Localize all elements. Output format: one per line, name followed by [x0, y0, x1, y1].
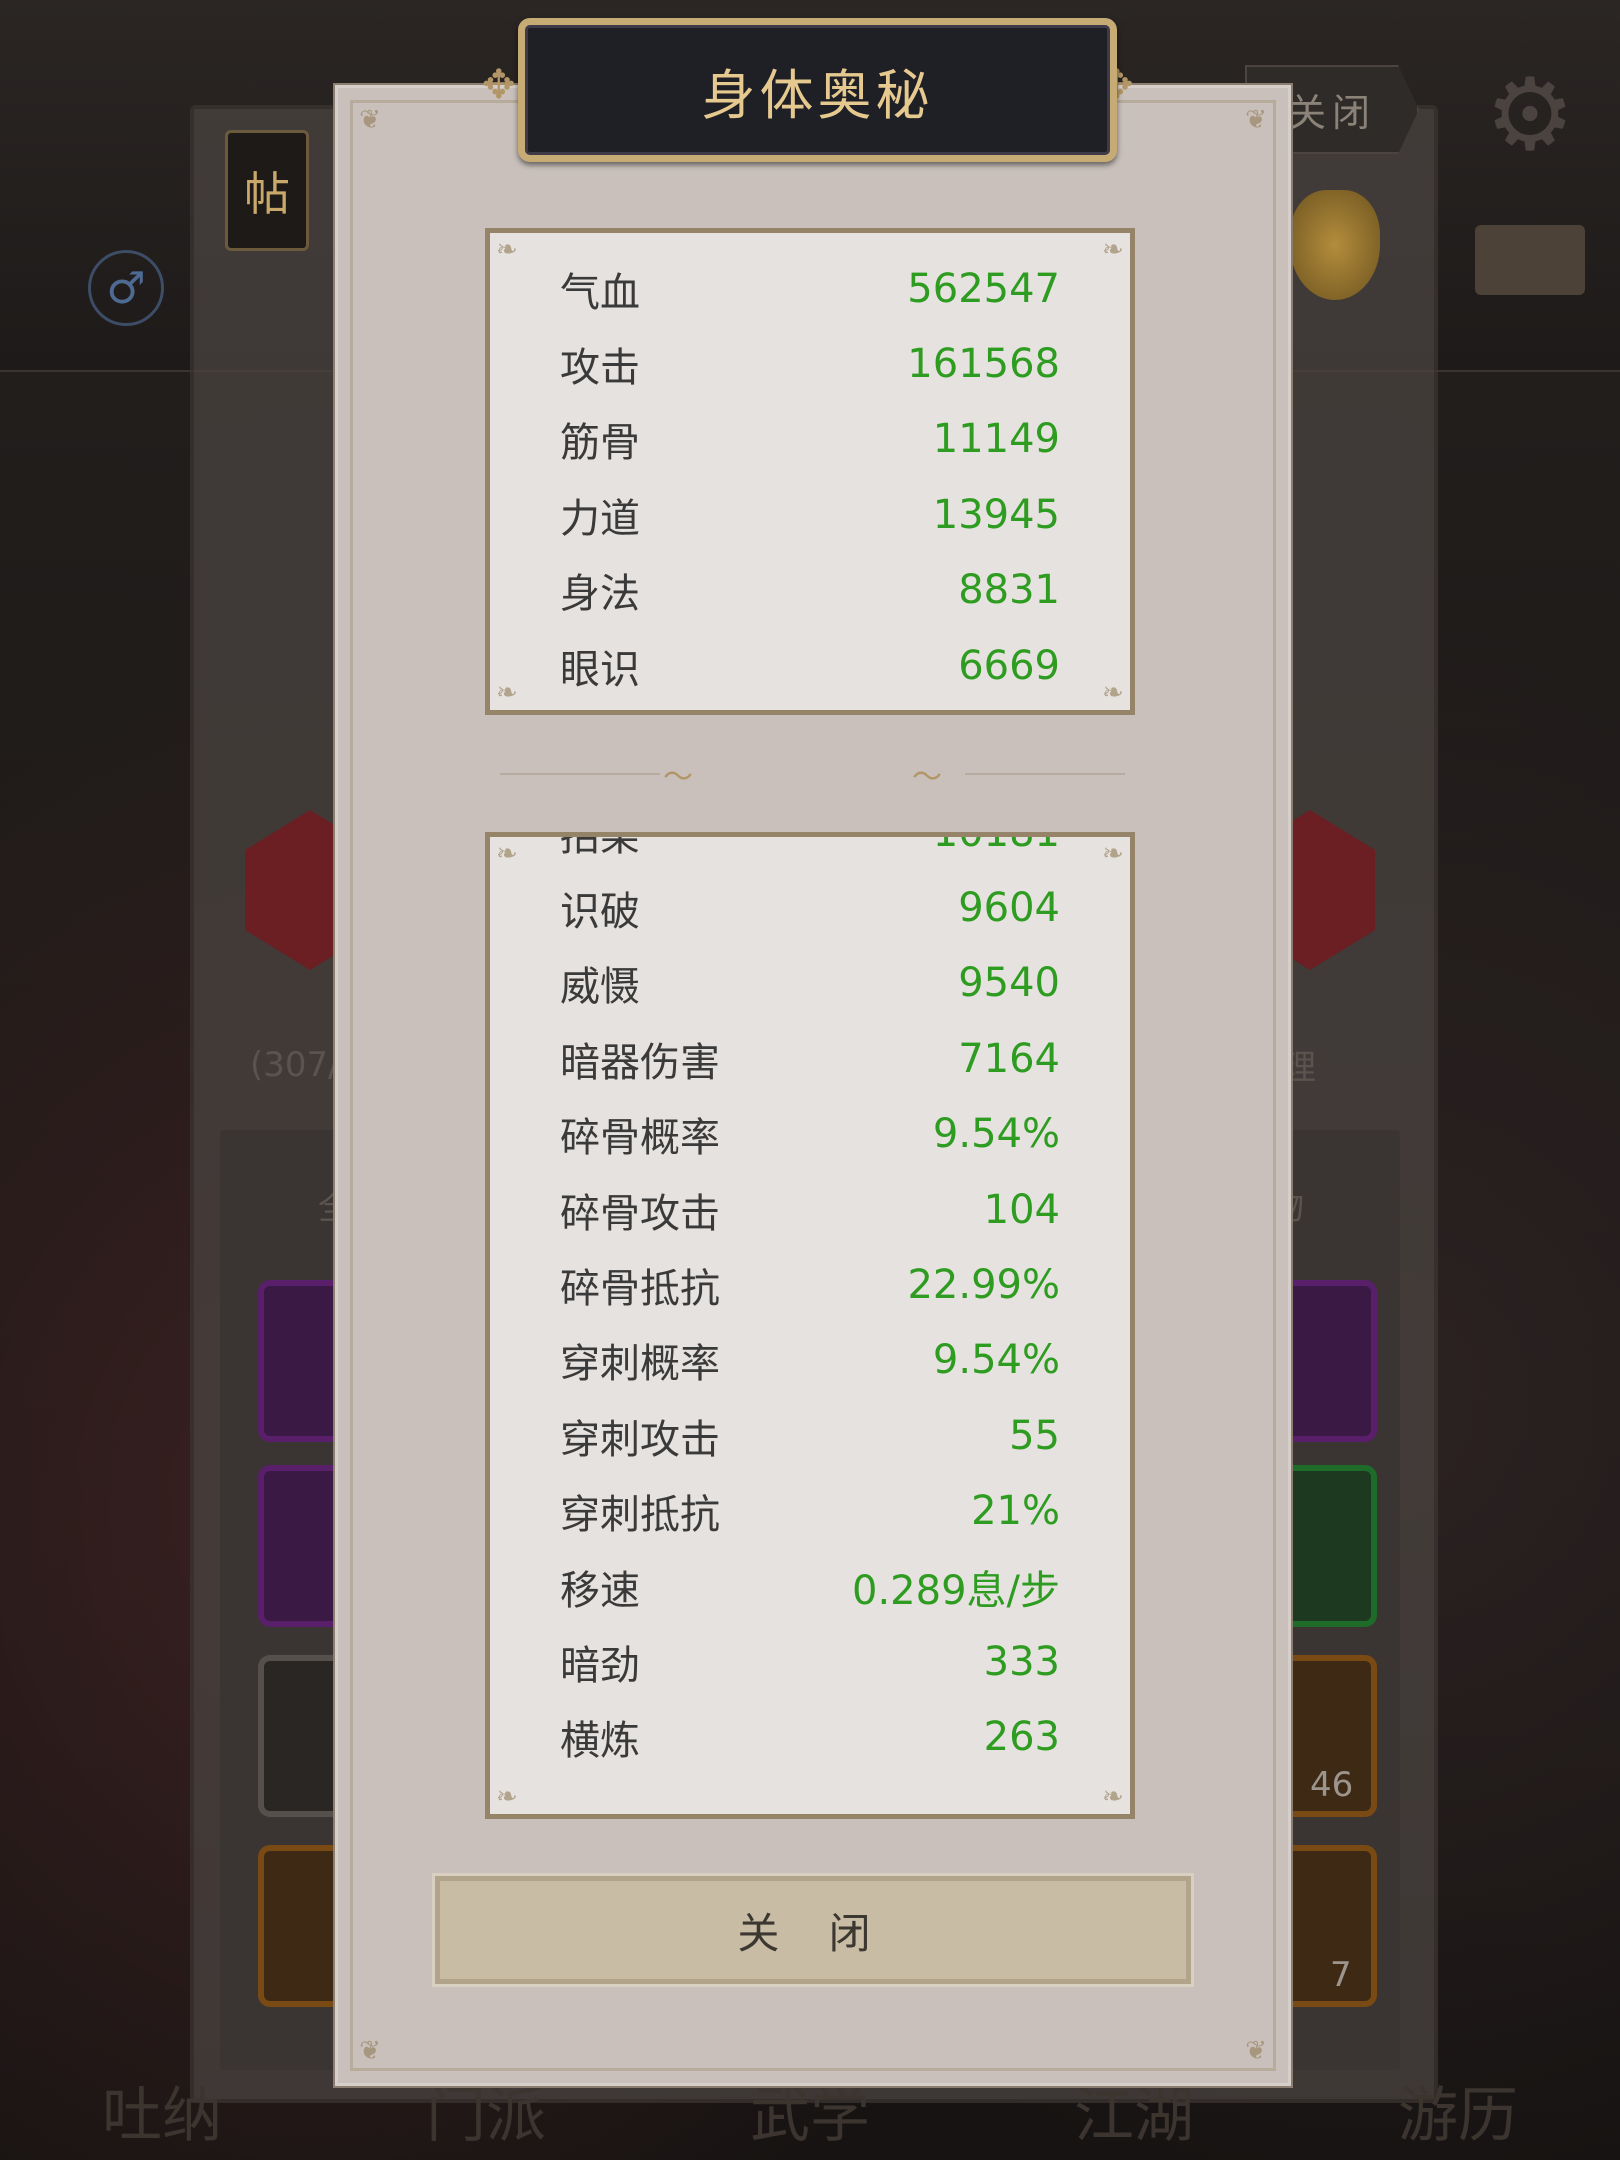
- background-item-count: 46: [1310, 1765, 1354, 1805]
- stat-label: 横炼: [560, 1718, 640, 1765]
- stat-label: 气血: [560, 269, 640, 316]
- stat-value: 21%: [971, 1488, 1060, 1535]
- stat-row: 穿刺攻击 55: [490, 1398, 1130, 1473]
- stat-row: 眼识 6669: [490, 628, 1130, 703]
- corner-ornament-icon: ❦: [1245, 2036, 1267, 2066]
- medal-icon: [1290, 190, 1380, 300]
- corner-ornament-icon: ❦: [1245, 105, 1267, 135]
- stat-value: 161568: [907, 341, 1060, 388]
- stat-label: 碎骨攻击: [560, 1190, 720, 1237]
- stat-value: 9.54%: [932, 1111, 1060, 1158]
- stat-label: 招架: [560, 832, 640, 860]
- nav-item: 游历: [1398, 2080, 1518, 2151]
- primary-stats-box: ❧ ❧ ❧ ❧ 气血 562547 攻击 161568 筋骨 11149 力道 1394…: [485, 228, 1135, 715]
- stat-value: 7164: [958, 1035, 1060, 1082]
- corner-ornament-icon: ❧: [1102, 1782, 1124, 1812]
- stat-value: 8831: [958, 567, 1060, 614]
- stat-row: 身法 8831: [490, 553, 1130, 628]
- divider-line: [965, 773, 1125, 775]
- stat-label: 穿刺概率: [560, 1341, 720, 1388]
- stat-label: 眼识: [560, 646, 640, 693]
- modal-title-plate: 身体奥秘: [518, 18, 1117, 162]
- stat-label: 穿刺攻击: [560, 1416, 720, 1463]
- stat-label: 攻击: [560, 345, 640, 392]
- corner-ornament-icon: ❧: [496, 235, 518, 265]
- stat-row: 招架 10181: [490, 832, 1130, 870]
- divider-line: [500, 773, 660, 775]
- stat-label: 碎骨概率: [560, 1115, 720, 1162]
- background-tie-button: 帖: [225, 130, 309, 251]
- stat-row: 横炼 263: [490, 1700, 1130, 1775]
- background-item-count: 7: [1330, 1955, 1352, 1995]
- stat-label: 碎骨抵抗: [560, 1266, 720, 1313]
- stat-value: 9604: [958, 885, 1060, 932]
- close-button[interactable]: 关 闭: [432, 1873, 1194, 1987]
- stat-value: 10181: [932, 832, 1060, 856]
- stat-label: 移速: [560, 1567, 640, 1614]
- close-button-label: 关 闭: [737, 1908, 889, 1958]
- stat-row: 威慑 9540: [490, 946, 1130, 1021]
- stat-row: 暗劲 333: [490, 1624, 1130, 1699]
- title-ornament-icon: ✥: [482, 62, 516, 108]
- stat-value: 13945: [932, 491, 1060, 538]
- stat-row: 气血 562547: [490, 251, 1130, 326]
- divider-ornament-icon: 〜: [912, 760, 942, 795]
- nav-item: 吐纳: [102, 2080, 222, 2151]
- stat-value: 11149: [932, 416, 1060, 463]
- divider-ornament-icon: 〜: [663, 760, 693, 795]
- corner-ornament-icon: ❦: [359, 2036, 381, 2066]
- stat-value: 9540: [958, 960, 1060, 1007]
- stat-value: 104: [983, 1186, 1060, 1233]
- stat-row: 碎骨攻击 104: [490, 1172, 1130, 1247]
- secondary-stats-scroll-list[interactable]: ❧ ❧ ❧ ❧ 招架 10181 识破 9604 威慑 9540 暗器伤害 7164 碎…: [485, 832, 1135, 1819]
- corner-ornament-icon: ❧: [1102, 839, 1124, 869]
- corner-ornament-icon: ❧: [1102, 678, 1124, 708]
- mail-icon: [1475, 225, 1585, 295]
- stat-value: 9.54%: [932, 1337, 1060, 1384]
- corner-ornament-icon: ❧: [496, 1782, 518, 1812]
- stat-row: 穿刺概率 9.54%: [490, 1323, 1130, 1398]
- stat-row: 碎骨抵抗 22.99%: [490, 1247, 1130, 1322]
- stat-value: 562547: [907, 265, 1060, 312]
- stat-row: 攻击 161568: [490, 326, 1130, 401]
- stat-label: 暗劲: [560, 1642, 640, 1689]
- stat-value: 333: [983, 1638, 1060, 1685]
- corner-ornament-icon: ❧: [1102, 235, 1124, 265]
- stat-label: 威慑: [560, 964, 640, 1011]
- corner-ornament-icon: ❧: [496, 678, 518, 708]
- stat-value: 6669: [958, 642, 1060, 689]
- stat-value: 55: [1009, 1412, 1060, 1459]
- stat-value: 22.99%: [907, 1262, 1060, 1309]
- stat-row: 筋骨 11149: [490, 402, 1130, 477]
- stat-label: 筋骨: [560, 420, 640, 467]
- modal-title: 身体奥秘: [701, 63, 934, 127]
- stat-value: 263: [983, 1714, 1060, 1761]
- corner-ornament-icon: ❧: [496, 839, 518, 869]
- stat-row: 穿刺抵抗 21%: [490, 1474, 1130, 1549]
- stat-label: 识破: [560, 889, 640, 936]
- stat-row: 移速 0.289息/步: [490, 1549, 1130, 1624]
- stat-label: 身法: [560, 571, 640, 618]
- stat-row: 碎骨概率 9.54%: [490, 1097, 1130, 1172]
- corner-ornament-icon: ❦: [359, 105, 381, 135]
- stat-value: 0.289息/步: [852, 1567, 1060, 1614]
- stat-row: 暗器伤害 7164: [490, 1021, 1130, 1096]
- stat-label: 暗器伤害: [560, 1039, 720, 1086]
- stat-row: 力道 13945: [490, 477, 1130, 552]
- stat-label: 穿刺抵抗: [560, 1492, 720, 1539]
- male-icon: ♂: [88, 250, 164, 326]
- stat-label: 力道: [560, 495, 640, 542]
- gear-icon: ⚙: [1485, 56, 1575, 173]
- stat-row: 识破 9604: [490, 870, 1130, 945]
